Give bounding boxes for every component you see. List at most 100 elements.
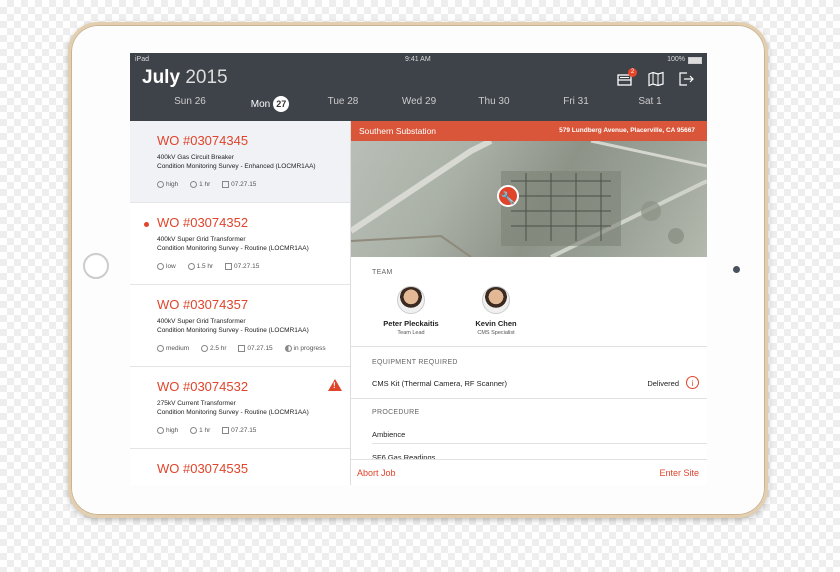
- day-mon-label: Mon: [250, 99, 271, 110]
- clock-icon: [200, 345, 208, 352]
- day-sat[interactable]: Sat 1: [620, 96, 680, 107]
- equipment-status: Delivered: [647, 379, 679, 388]
- inbox-icon[interactable]: 2: [617, 68, 637, 87]
- status: in progress: [284, 345, 326, 353]
- duration-value: 1.5 hr: [196, 263, 214, 271]
- status-battery: 100%: [667, 56, 685, 63]
- action-bar: Abort Job Enter Site: [351, 459, 707, 485]
- status-value: in progress: [293, 345, 326, 353]
- work-order-item[interactable]: WO #03074352 400kV Super Grid Transforme…: [130, 203, 350, 285]
- work-order-item[interactable]: WO #03074532 275kV Current Transformer C…: [130, 367, 350, 449]
- date: 07.27.15: [222, 181, 256, 188]
- app-screen: iPad 9:41 AM 100% July 2015 2 Sun 26 Mon…: [130, 53, 707, 485]
- priority-value: low: [166, 263, 176, 271]
- map-imagery: [351, 141, 707, 257]
- day-mon[interactable]: Mon 27: [240, 96, 300, 112]
- date-value: 07.27.15: [231, 181, 257, 189]
- work-order-asset: 400kV Super Grid Transformer: [157, 236, 246, 243]
- member-role: Team Lead: [397, 330, 425, 336]
- day-tue[interactable]: Tue 28: [313, 96, 373, 107]
- enter-site-button[interactable]: Enter Site: [659, 468, 699, 478]
- divider: [351, 398, 707, 399]
- clock-icon: [187, 263, 195, 270]
- warning-icon: [328, 379, 342, 391]
- calendar-icon: [225, 263, 233, 270]
- priority-value: high: [166, 181, 179, 189]
- day-wed[interactable]: Wed 29: [389, 96, 449, 107]
- camera-icon: [733, 266, 740, 273]
- map-icon[interactable]: [648, 71, 664, 87]
- month-title: July 2015: [142, 67, 228, 89]
- year-label: 2015: [185, 67, 228, 88]
- priority-value: medium: [166, 345, 190, 353]
- info-icon[interactable]: i: [686, 376, 699, 389]
- day-fri[interactable]: Fri 31: [546, 96, 606, 107]
- work-order-task: Condition Monitoring Survey - Routine (L…: [157, 409, 309, 416]
- work-order-number: WO #03074357: [157, 297, 249, 312]
- work-order-number: WO #03074535: [157, 461, 249, 476]
- clock-icon: [190, 427, 198, 434]
- work-order-meta: low 1.5 hr 07.27.15: [157, 263, 269, 270]
- procedure-item[interactable]: Ambience: [372, 430, 405, 439]
- day-mon-number: 27: [273, 96, 290, 112]
- member-name: Kevin Chen: [475, 319, 517, 328]
- priority-icon: [157, 345, 164, 352]
- priority: high: [157, 181, 178, 188]
- header-bar: iPad 9:41 AM 100% July 2015 2 Sun 26 Mon…: [130, 53, 707, 121]
- duration-value: 1 hr: [199, 427, 211, 435]
- avatar: [482, 286, 510, 314]
- site-address: 579 Lundberg Avenue, Placerville, CA 956…: [559, 127, 695, 134]
- date: 07.27.15: [222, 427, 256, 434]
- work-order-number: WO #03074345: [157, 133, 249, 148]
- duration: 1 hr: [190, 181, 210, 188]
- priority: high: [157, 427, 178, 434]
- avatar: [397, 286, 425, 314]
- date-value: 07.27.15: [231, 427, 257, 435]
- site-name: Southern Substation: [359, 126, 437, 136]
- priority-value: high: [166, 427, 179, 435]
- date: 07.27.15: [238, 345, 273, 353]
- site-map[interactable]: 🔧: [351, 141, 707, 257]
- duration: 2.5 hr: [200, 345, 227, 353]
- battery-icon: [688, 57, 702, 64]
- clock-icon: [190, 181, 198, 188]
- work-order-number: WO #03074352: [157, 215, 249, 230]
- work-order-task: Condition Monitoring Survey - Routine (L…: [157, 327, 309, 334]
- duration: 1.5 hr: [187, 263, 214, 271]
- date-value: 07.27.15: [247, 345, 273, 353]
- work-order-meta: medium 2.5 hr 07.27.15 in progress: [157, 345, 336, 352]
- work-order-number: WO #03074532: [157, 379, 249, 394]
- day-thu[interactable]: Thu 30: [464, 96, 524, 107]
- priority-icon: [157, 181, 164, 188]
- detail-pane: Southern Substation 579 Lundberg Avenue,…: [351, 121, 707, 485]
- wrench-icon[interactable]: 🔧: [497, 185, 519, 207]
- calendar-icon: [222, 181, 230, 188]
- priority: low: [157, 263, 176, 270]
- work-order-meta: high 1 hr 07.27.15: [157, 427, 266, 434]
- date: 07.27.15: [225, 263, 259, 270]
- work-order-item[interactable]: WO #03074345 400kV Gas Circuit Breaker C…: [130, 121, 350, 203]
- work-order-item[interactable]: WO #03074357 400kV Super Grid Transforme…: [130, 285, 350, 367]
- team-member[interactable]: Peter Pleckaitis Team Lead: [366, 286, 456, 336]
- work-order-task: Condition Monitoring Survey - Routine (L…: [157, 245, 309, 252]
- logout-icon[interactable]: [678, 71, 694, 87]
- duration: 1 hr: [190, 427, 210, 434]
- procedure-heading: PROCEDURE: [372, 409, 420, 416]
- calendar-icon: [238, 345, 246, 352]
- work-order-item[interactable]: WO #03074535: [130, 449, 350, 485]
- work-order-asset: 400kV Super Grid Transformer: [157, 318, 246, 325]
- calendar-icon: [222, 427, 230, 434]
- abort-job-button[interactable]: Abort Job: [357, 468, 396, 478]
- divider: [372, 443, 707, 444]
- priority: medium: [157, 345, 189, 352]
- work-order-asset: 400kV Gas Circuit Breaker: [157, 154, 234, 161]
- duration-value: 1 hr: [199, 181, 211, 189]
- divider: [351, 346, 707, 347]
- day-sun[interactable]: Sun 26: [160, 96, 220, 107]
- priority-icon: [157, 263, 164, 270]
- equipment-item: CMS Kit (Thermal Camera, RF Scanner): [372, 379, 508, 388]
- work-order-task: Condition Monitoring Survey - Enhanced (…: [157, 163, 316, 170]
- team-member[interactable]: Kevin Chen CMS Specialist: [451, 286, 541, 336]
- duration-value: 2.5 hr: [209, 345, 227, 353]
- status-device: iPad: [135, 56, 150, 63]
